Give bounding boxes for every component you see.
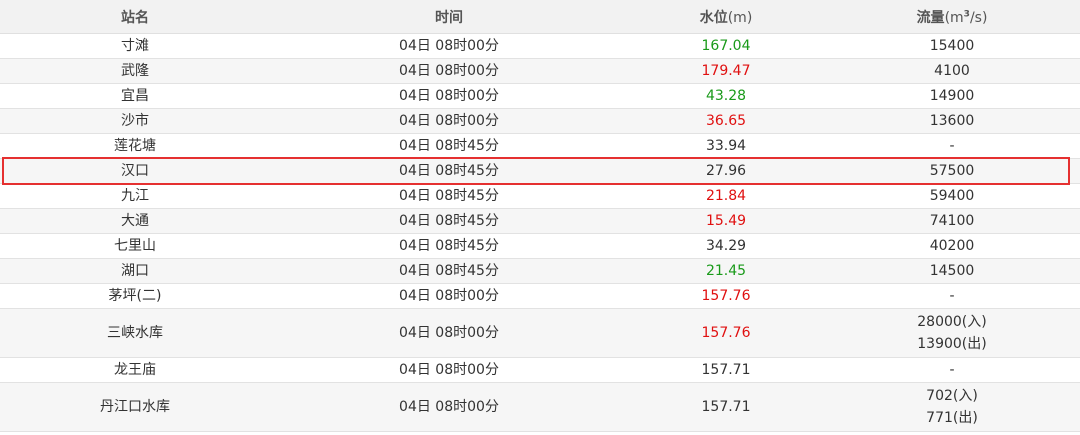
table-row: 汉口 04日 08时45分 27.96 57500: [0, 158, 1080, 184]
station-cell: 七里山: [0, 233, 270, 259]
header-water-level: 水位(m): [628, 0, 824, 34]
water-level-cell: 157.76: [628, 308, 824, 358]
time-cell: 04日 08时00分: [270, 308, 628, 358]
water-level-cell: 27.96: [628, 158, 824, 184]
flow-cell: -: [824, 357, 1080, 383]
time-cell: 04日 08时00分: [270, 357, 628, 383]
table-row: 湖口 04日 08时45分 21.45 14500: [0, 258, 1080, 284]
flow-value: 14900: [929, 88, 975, 104]
table-row: 茅坪(二) 04日 08时00分 157.76 -: [0, 283, 1080, 309]
table-row: 武隆 04日 08时00分 179.47 4100: [0, 58, 1080, 84]
time-cell: 04日 08时45分: [270, 158, 628, 184]
table-row: 九江 04日 08时45分 21.84 59400: [0, 183, 1080, 209]
station-cell: 丹江口水库: [0, 382, 270, 432]
table-row: 大通 04日 08时45分 15.49 74100: [0, 208, 1080, 234]
time-cell: 04日 08时45分: [270, 208, 628, 234]
header-flow-unit-post: /s): [969, 9, 988, 26]
flow-cell: 702(入) 771(出): [824, 382, 1080, 432]
station-cell: 武隆: [0, 58, 270, 84]
header-time: 时间: [270, 0, 628, 34]
flow-value: 15400: [929, 38, 975, 54]
table-row: 沙市 04日 08时00分 36.65 13600: [0, 108, 1080, 134]
time-cell: 04日 08时00分: [270, 33, 628, 59]
table-row: 龙王庙 04日 08时00分 157.71 -: [0, 357, 1080, 383]
table-row: 宜昌 04日 08时00分 43.28 14900: [0, 83, 1080, 109]
flow-value: 13600: [929, 113, 975, 129]
flow-value: 4100: [934, 63, 970, 79]
station-cell: 宜昌: [0, 83, 270, 109]
time-cell: 04日 08时45分: [270, 233, 628, 259]
header-flow-unit-pre: (m: [944, 9, 964, 26]
flow-cell: -: [824, 133, 1080, 159]
station-cell: 莲花塘: [0, 133, 270, 159]
water-level-cell: 157.71: [628, 382, 824, 432]
time-cell: 04日 08时45分: [270, 133, 628, 159]
station-cell: 沙市: [0, 108, 270, 134]
hydrology-table-container: 站名 时间 水位(m) 流量(m3/s) 寸滩 04日 08时00分 167.04 1…: [0, 0, 1080, 432]
time-cell: 04日 08时00分: [270, 83, 628, 109]
header-level-label: 水位: [699, 9, 728, 26]
table-row: 莲花塘 04日 08时45分 33.94 -: [0, 133, 1080, 159]
flow-value: 771(出): [926, 410, 978, 426]
header-flow: 流量(m3/s): [824, 0, 1080, 34]
header-level-unit: (m): [727, 9, 753, 26]
water-level-cell: 33.94: [628, 133, 824, 159]
time-cell: 04日 08时00分: [270, 108, 628, 134]
flow-value: 59400: [929, 188, 975, 204]
header-flow-label: 流量: [916, 9, 945, 26]
header-station: 站名: [0, 0, 270, 34]
flow-cell: 40200: [824, 233, 1080, 259]
station-cell: 九江: [0, 183, 270, 209]
flow-cell: 15400: [824, 33, 1080, 59]
flow-value: 14500: [929, 263, 975, 279]
time-cell: 04日 08时45分: [270, 258, 628, 284]
water-level-cell: 157.76: [628, 283, 824, 309]
flow-value: -: [949, 288, 955, 304]
water-level-cell: 21.45: [628, 258, 824, 284]
water-level-cell: 43.28: [628, 83, 824, 109]
water-level-cell: 21.84: [628, 183, 824, 209]
flow-cell: -: [824, 283, 1080, 309]
time-cell: 04日 08时00分: [270, 58, 628, 84]
station-cell: 寸滩: [0, 33, 270, 59]
flow-value: -: [949, 138, 955, 154]
flow-cell: 74100: [824, 208, 1080, 234]
station-cell: 茅坪(二): [0, 283, 270, 309]
water-level-cell: 36.65: [628, 108, 824, 134]
table-header-row: 站名 时间 水位(m) 流量(m3/s): [0, 0, 1080, 34]
flow-cell: 59400: [824, 183, 1080, 209]
flow-value: 57500: [929, 163, 975, 179]
flow-cell: 4100: [824, 58, 1080, 84]
time-cell: 04日 08时00分: [270, 382, 628, 432]
time-cell: 04日 08时00分: [270, 283, 628, 309]
flow-cell: 14900: [824, 83, 1080, 109]
water-level-cell: 34.29: [628, 233, 824, 259]
water-level-cell: 167.04: [628, 33, 824, 59]
time-cell: 04日 08时45分: [270, 183, 628, 209]
flow-cell: 13600: [824, 108, 1080, 134]
station-cell: 龙王庙: [0, 357, 270, 383]
station-cell: 大通: [0, 208, 270, 234]
water-level-cell: 179.47: [628, 58, 824, 84]
station-cell: 汉口: [0, 158, 270, 184]
station-cell: 湖口: [0, 258, 270, 284]
table-row: 寸滩 04日 08时00分 167.04 15400: [0, 33, 1080, 59]
table-row: 三峡水库 04日 08时00分 157.76 28000(入) 13900(出): [0, 308, 1080, 358]
flow-value: -: [949, 362, 955, 378]
water-level-cell: 15.49: [628, 208, 824, 234]
station-cell: 三峡水库: [0, 308, 270, 358]
flow-value: 702(入): [926, 388, 978, 404]
flow-value: 28000(入): [917, 314, 987, 330]
table-row: 丹江口水库 04日 08时00分 157.71 702(入) 771(出): [0, 382, 1080, 432]
flow-cell: 57500: [824, 158, 1080, 184]
flow-cell: 28000(入) 13900(出): [824, 308, 1080, 358]
water-level-cell: 157.71: [628, 357, 824, 383]
table-row: 七里山 04日 08时45分 34.29 40200: [0, 233, 1080, 259]
flow-value: 74100: [929, 213, 975, 229]
water-level-table: 站名 时间 水位(m) 流量(m3/s) 寸滩 04日 08时00分 167.04 1…: [0, 0, 1080, 432]
flow-cell: 14500: [824, 258, 1080, 284]
flow-value: 40200: [929, 238, 975, 254]
flow-value: 13900(出): [917, 336, 987, 352]
